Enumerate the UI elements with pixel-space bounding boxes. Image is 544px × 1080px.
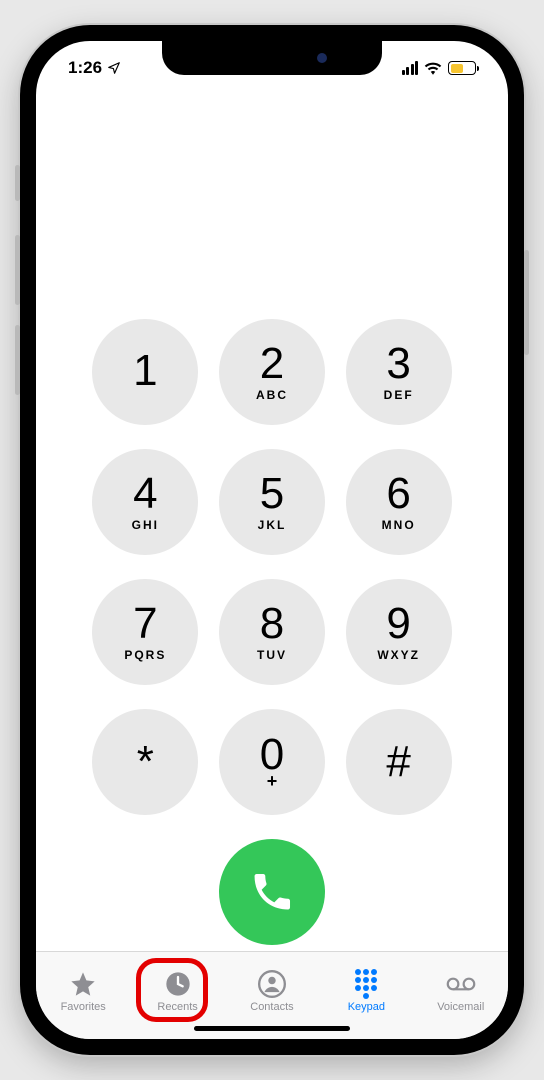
tab-label: Voicemail xyxy=(437,1001,484,1013)
key-6[interactable]: 6 MNO xyxy=(346,449,452,555)
call-button[interactable] xyxy=(219,839,325,945)
screen: 1:26 1 2 xyxy=(36,41,508,1039)
key-star[interactable]: * xyxy=(92,709,198,815)
tab-contacts[interactable]: Contacts xyxy=(232,969,312,1013)
mute-switch xyxy=(15,165,20,201)
number-display-area xyxy=(36,89,508,319)
tab-label: Keypad xyxy=(348,1001,385,1013)
keypad-icon xyxy=(351,969,381,999)
location-icon xyxy=(107,61,121,75)
status-time: 1:26 xyxy=(68,58,102,78)
key-digit: 1 xyxy=(133,349,157,393)
wifi-icon xyxy=(424,61,442,75)
key-digit: 5 xyxy=(260,472,284,516)
key-7[interactable]: 7 PQRS xyxy=(92,579,198,685)
key-digit: 7 xyxy=(133,602,157,646)
key-letters: GHI xyxy=(132,518,159,532)
key-3[interactable]: 3 DEF xyxy=(346,319,452,425)
phone-icon xyxy=(249,869,295,915)
tab-keypad[interactable]: Keypad xyxy=(326,969,406,1013)
clock-icon xyxy=(163,969,193,999)
key-letters: TUV xyxy=(257,648,287,662)
key-letters: MNO xyxy=(382,518,416,532)
tab-voicemail[interactable]: Voicemail xyxy=(421,969,501,1013)
main-content: 1 2 ABC 3 DEF 4 GHI 5 JKL xyxy=(36,89,508,951)
key-letters: WXYZ xyxy=(377,648,420,662)
volume-up-button xyxy=(15,235,20,305)
key-letters: DEF xyxy=(384,388,414,402)
key-digit: 6 xyxy=(386,472,410,516)
key-digit: # xyxy=(386,737,410,787)
tab-label: Recents xyxy=(157,1001,197,1013)
key-letters: JKL xyxy=(258,518,287,532)
voicemail-icon xyxy=(446,969,476,999)
notch xyxy=(162,41,382,75)
keypad: 1 2 ABC 3 DEF 4 GHI 5 JKL xyxy=(36,319,508,815)
tab-favorites[interactable]: Favorites xyxy=(43,969,123,1013)
key-digit: 8 xyxy=(260,602,284,646)
key-letters: + xyxy=(267,771,278,792)
home-indicator[interactable] xyxy=(194,1026,350,1031)
key-2[interactable]: 2 ABC xyxy=(219,319,325,425)
tab-bar: Favorites Recents Contacts xyxy=(36,951,508,1039)
key-hash[interactable]: # xyxy=(346,709,452,815)
star-icon xyxy=(68,969,98,999)
person-icon xyxy=(257,969,287,999)
key-0[interactable]: 0 + xyxy=(219,709,325,815)
power-button xyxy=(524,250,529,355)
cellular-signal-icon xyxy=(402,61,419,75)
key-8[interactable]: 8 TUV xyxy=(219,579,325,685)
key-1[interactable]: 1 xyxy=(92,319,198,425)
volume-down-button xyxy=(15,325,20,395)
key-digit: 3 xyxy=(386,342,410,386)
key-digit: 9 xyxy=(386,602,410,646)
key-letters: PQRS xyxy=(124,648,166,662)
key-4[interactable]: 4 GHI xyxy=(92,449,198,555)
tab-recents[interactable]: Recents xyxy=(138,969,218,1013)
tab-label: Favorites xyxy=(61,1001,106,1013)
key-digit: 4 xyxy=(133,472,157,516)
key-digit: 2 xyxy=(260,342,284,386)
device-frame: 1:26 1 2 xyxy=(20,25,524,1055)
key-letters: ABC xyxy=(256,388,288,402)
key-5[interactable]: 5 JKL xyxy=(219,449,325,555)
tab-label: Contacts xyxy=(250,1001,293,1013)
battery-fill xyxy=(451,64,463,73)
key-9[interactable]: 9 WXYZ xyxy=(346,579,452,685)
key-digit: * xyxy=(137,737,154,787)
battery-icon xyxy=(448,61,476,75)
